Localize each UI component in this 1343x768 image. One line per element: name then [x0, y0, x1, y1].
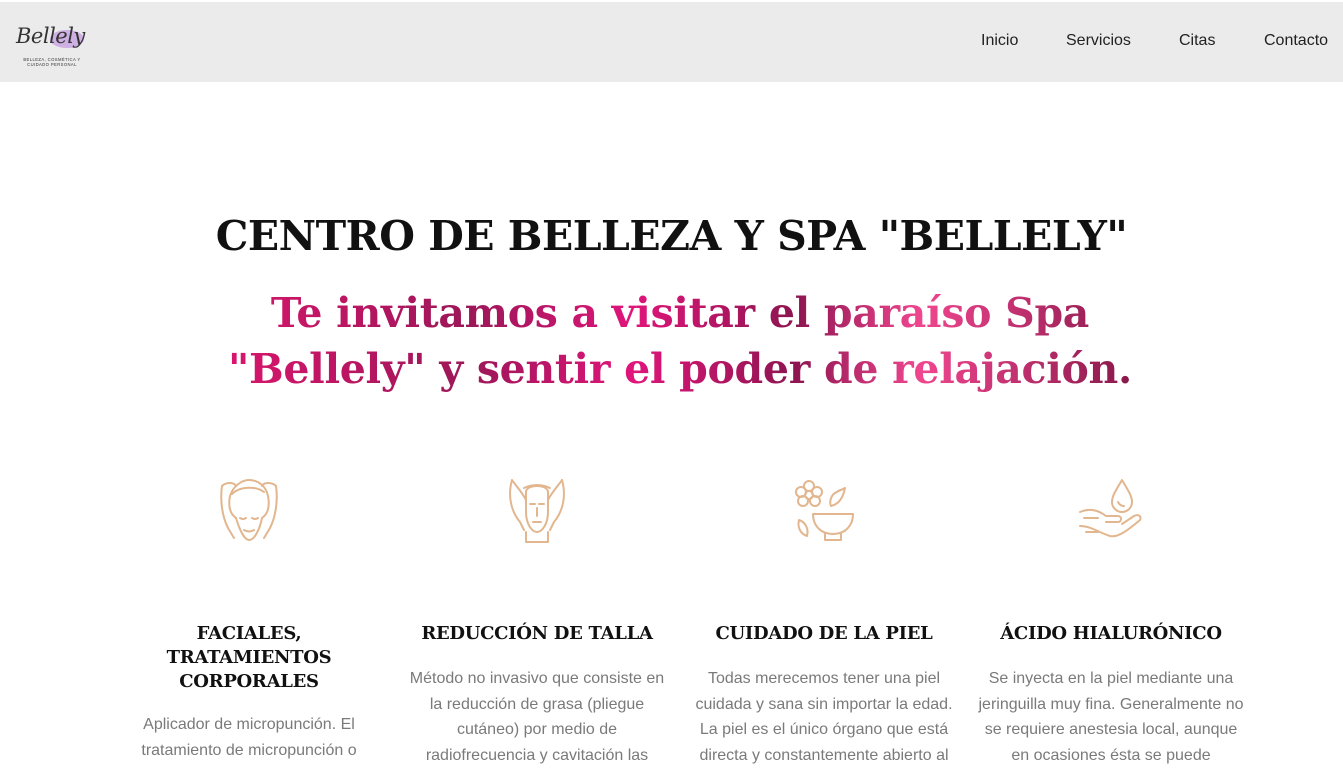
service-title: REDUCCIÓN DE TALLA: [421, 623, 653, 644]
site-header: Bellely BELLEZA, COSMÉTICA Y CUIDADO PER…: [0, 2, 1343, 82]
logo-tagline: BELLEZA, COSMÉTICA Y CUIDADO PERSONAL: [23, 57, 81, 67]
nav-servicios[interactable]: Servicios: [1066, 32, 1131, 50]
brand-logo[interactable]: Bellely BELLEZA, COSMÉTICA Y CUIDADO PER…: [12, 24, 88, 72]
service-title: CUIDADO DE LA PIEL: [715, 623, 933, 644]
logo-script: Bellely: [16, 24, 85, 48]
nav-contacto[interactable]: Contacto: [1264, 32, 1328, 50]
service-title: FACIALES, TRATAMIENTOS CORPORALES: [166, 623, 332, 692]
flower-bowl-icon: [795, 480, 854, 541]
facial-treatment-icon: [509, 479, 565, 543]
service-text: Método no invasivo que consiste en la re…: [409, 670, 665, 764]
service-title: ÁCIDO HIALURÓNICO: [1000, 623, 1222, 644]
service-reduccion: REDUCCIÓN DE TALLA Método no invasivo qu…: [402, 470, 672, 764]
service-piel: CUIDADO DE LA PIEL Todas merecemos tener…: [689, 470, 959, 764]
hero-title: CENTRO DE BELLEZA Y SPA "BELLELY": [215, 212, 1128, 260]
hand-drop-icon: [1079, 479, 1142, 538]
hero-subtitle: Te invitamos a visitar el paraíso Spa "B…: [200, 285, 1160, 397]
service-text: Se inyecta en la piel mediante una jerin…: [978, 670, 1244, 764]
service-acido: ÁCIDO HIALURÓNICO Se inyecta en la piel …: [976, 470, 1246, 764]
service-facial: FACIALES, TRATAMIENTOS CORPORALES Aplica…: [114, 470, 384, 759]
service-text: Todas merecemos tener una piel cuidada y…: [695, 670, 953, 764]
nav-inicio[interactable]: Inicio: [981, 32, 1018, 50]
face-massage-icon: [220, 479, 278, 541]
service-text: Aplicador de micropunción. El tratamient…: [141, 716, 357, 759]
nav-citas[interactable]: Citas: [1179, 32, 1215, 50]
